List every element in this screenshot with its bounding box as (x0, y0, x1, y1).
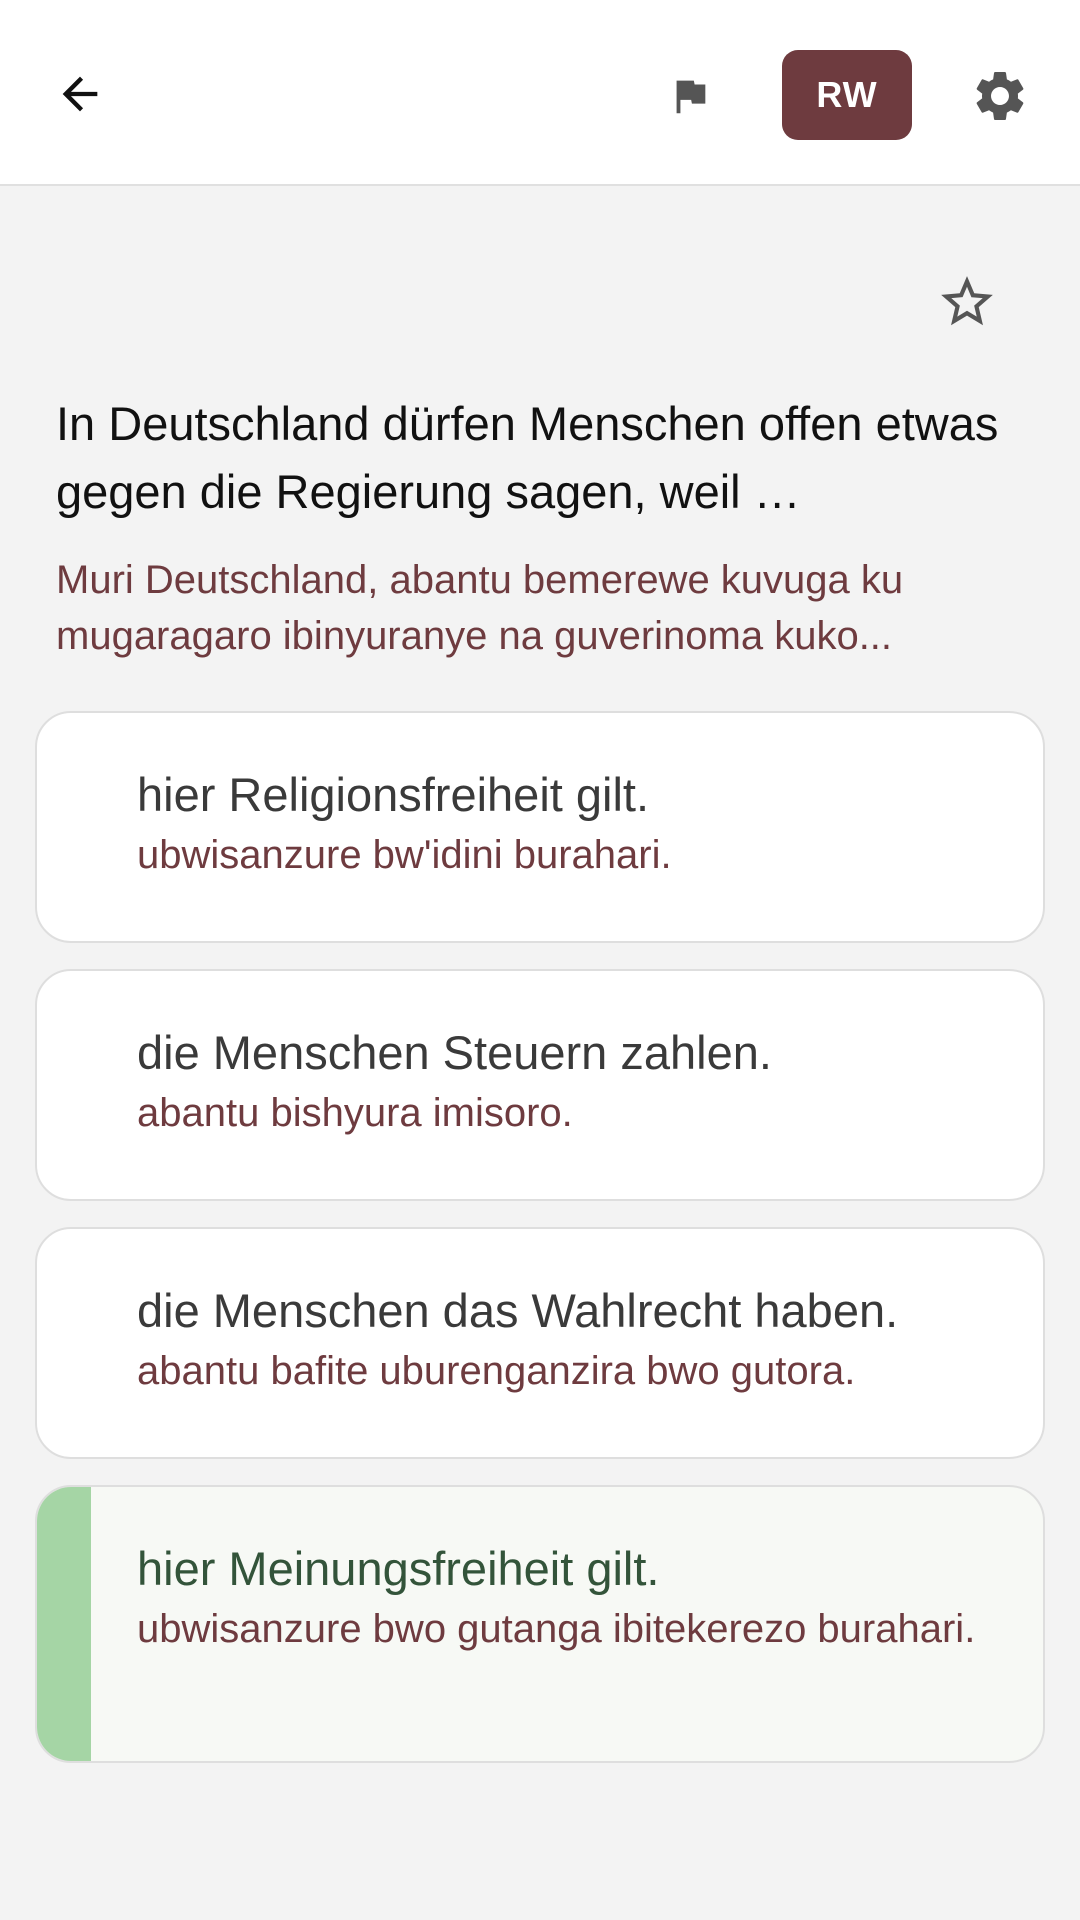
language-button[interactable]: RW (782, 50, 912, 140)
question-translation: Muri Deutschland, abantu bemerewe kuvuga… (56, 558, 904, 658)
answer-option-3[interactable]: die Menschen das Wahlrecht haben. abantu… (35, 1227, 1045, 1459)
settings-button[interactable] (970, 66, 1030, 126)
option-translation: ubwisanzure bw'idini burahari. (137, 833, 672, 877)
option-translation: ubwisanzure bwo gutanga ibitekerezo bura… (137, 1607, 976, 1651)
star-outline-icon (941, 276, 993, 326)
option-text: hier Meinungsfreiheit gilt. (137, 1542, 660, 1595)
favorite-button[interactable] (935, 270, 999, 334)
question-text: In Deutschland dürfen Menschen offen etw… (56, 397, 999, 518)
report-flag-button[interactable] (666, 70, 714, 122)
correct-answer-indicator (37, 1487, 91, 1761)
back-button[interactable] (48, 62, 112, 126)
flag-icon (676, 80, 706, 114)
option-text: die Menschen das Wahlrecht haben. (137, 1284, 899, 1337)
option-text: hier Religionsfreiheit gilt. (137, 768, 650, 821)
option-translation: abantu bafite uburenganzira bwo gutora. (137, 1349, 856, 1393)
answer-option-4-correct[interactable]: hier Meinungsfreiheit gilt. ubwisanzure … (35, 1485, 1045, 1763)
option-translation: abantu bishyura imisoro. (137, 1091, 573, 1135)
answer-option-2[interactable]: die Menschen Steuern zahlen. abantu bish… (35, 969, 1045, 1201)
arrow-back-icon (62, 76, 98, 112)
answer-option-1[interactable]: hier Religionsfreiheit gilt. ubwisanzure… (35, 711, 1045, 943)
gear-icon (976, 71, 1024, 120)
top-app-bar: RW (0, 0, 1080, 186)
option-text: die Menschen Steuern zahlen. (137, 1026, 772, 1079)
